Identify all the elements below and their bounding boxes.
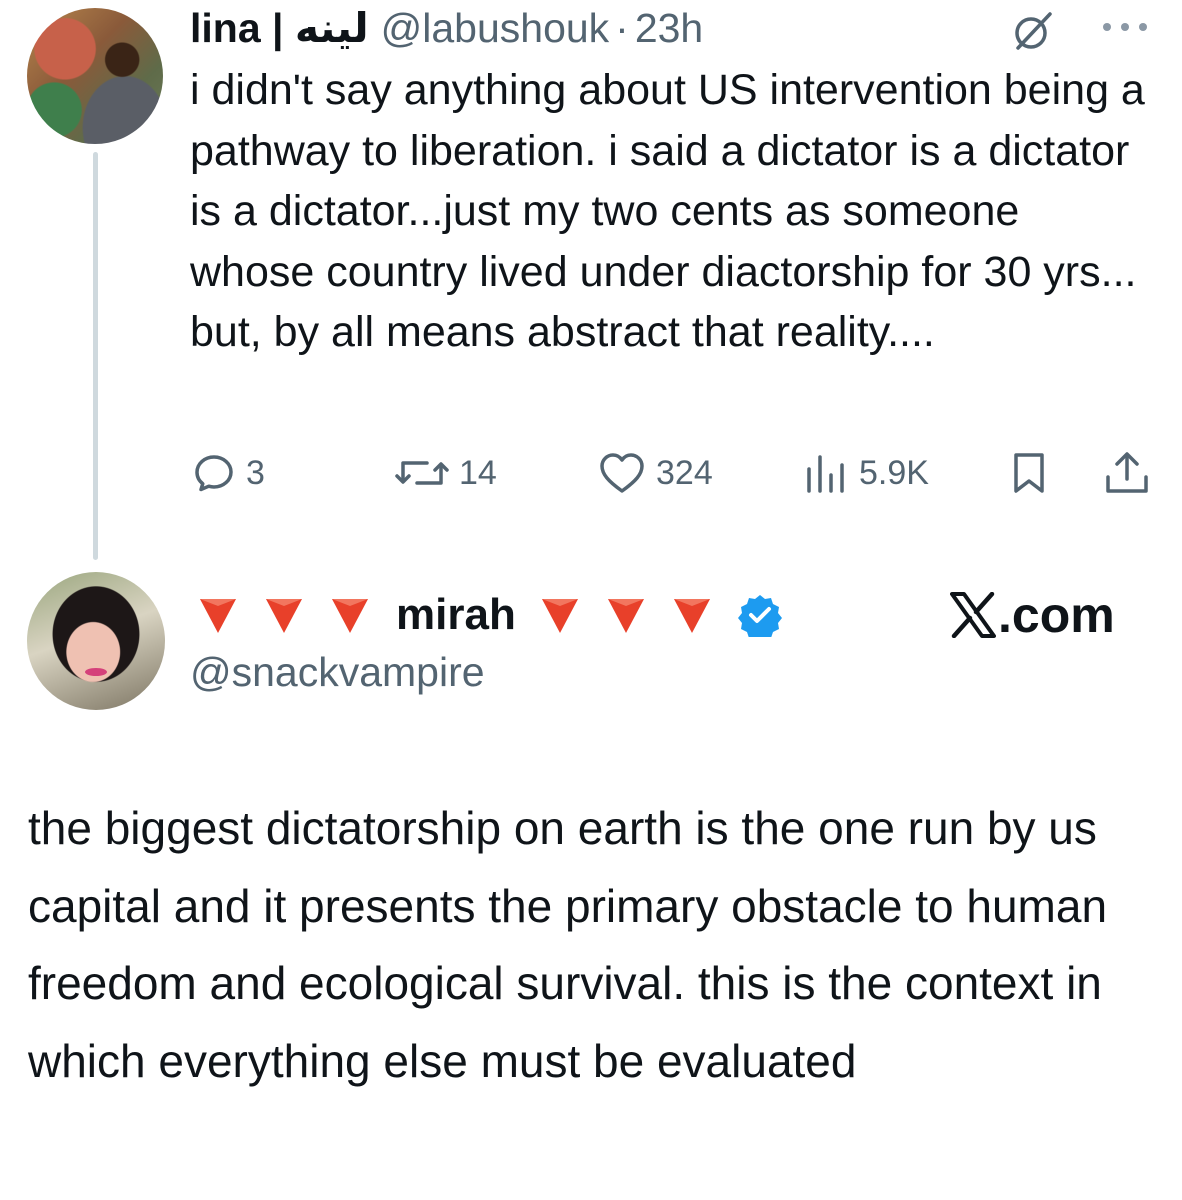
x-logo: .com	[950, 585, 1115, 645]
bookmark-button[interactable]	[1008, 445, 1050, 501]
quoted-author-name[interactable]: mirah	[396, 590, 516, 640]
share-button[interactable]	[1102, 445, 1152, 501]
like-count: 324	[656, 453, 713, 492]
quoted-author-row: mirah	[198, 588, 782, 642]
views-count: 5.9K	[859, 453, 929, 492]
reply-count: 3	[246, 453, 265, 492]
more-icon[interactable]	[1100, 20, 1150, 34]
red-triangle-icon	[607, 599, 644, 633]
like-button[interactable]: 324	[598, 445, 713, 501]
repost-button[interactable]: 14	[395, 445, 497, 501]
x-logo-icon	[950, 592, 996, 638]
quoted-author-handle[interactable]: @snackvampire	[190, 644, 485, 700]
reply-icon	[195, 455, 233, 492]
red-triangle-icon	[266, 599, 302, 633]
quoted-text: the biggest dictatorship on earth is the…	[28, 802, 1108, 1087]
quoted-author-avatar[interactable]	[27, 572, 165, 710]
like-icon	[600, 453, 644, 493]
red-triangle-icon	[673, 599, 710, 633]
red-triangle-icon	[541, 599, 578, 633]
verified-badge-icon[interactable]	[737, 593, 782, 637]
reply-button[interactable]: 3	[192, 445, 265, 501]
tweet-actions: 3 14 324 5.9K	[0, 445, 1182, 501]
author-name[interactable]: lina | لينه	[190, 2, 369, 54]
grok-icon[interactable]	[1010, 8, 1056, 54]
share-icon	[1106, 452, 1148, 493]
red-triangle-icon	[332, 599, 368, 633]
bookmark-icon	[1014, 453, 1044, 493]
author-handle[interactable]: @labushouk	[381, 2, 610, 54]
header-separator: ·	[615, 5, 629, 51]
red-triangle-icon	[200, 599, 236, 633]
tweet-text: i didn't say anything about US intervent…	[190, 66, 1145, 356]
tweet-header: lina | لينه @labushouk · 23h	[190, 2, 703, 54]
views-button[interactable]: 5.9K	[803, 445, 929, 501]
repost-icon	[395, 461, 449, 485]
avatar-detail	[85, 668, 107, 676]
tweet-timestamp[interactable]: 23h	[635, 2, 703, 54]
x-logo-domain: .com	[998, 587, 1115, 643]
repost-count: 14	[459, 453, 497, 492]
views-icon	[807, 455, 844, 493]
author-avatar[interactable]	[27, 8, 163, 144]
